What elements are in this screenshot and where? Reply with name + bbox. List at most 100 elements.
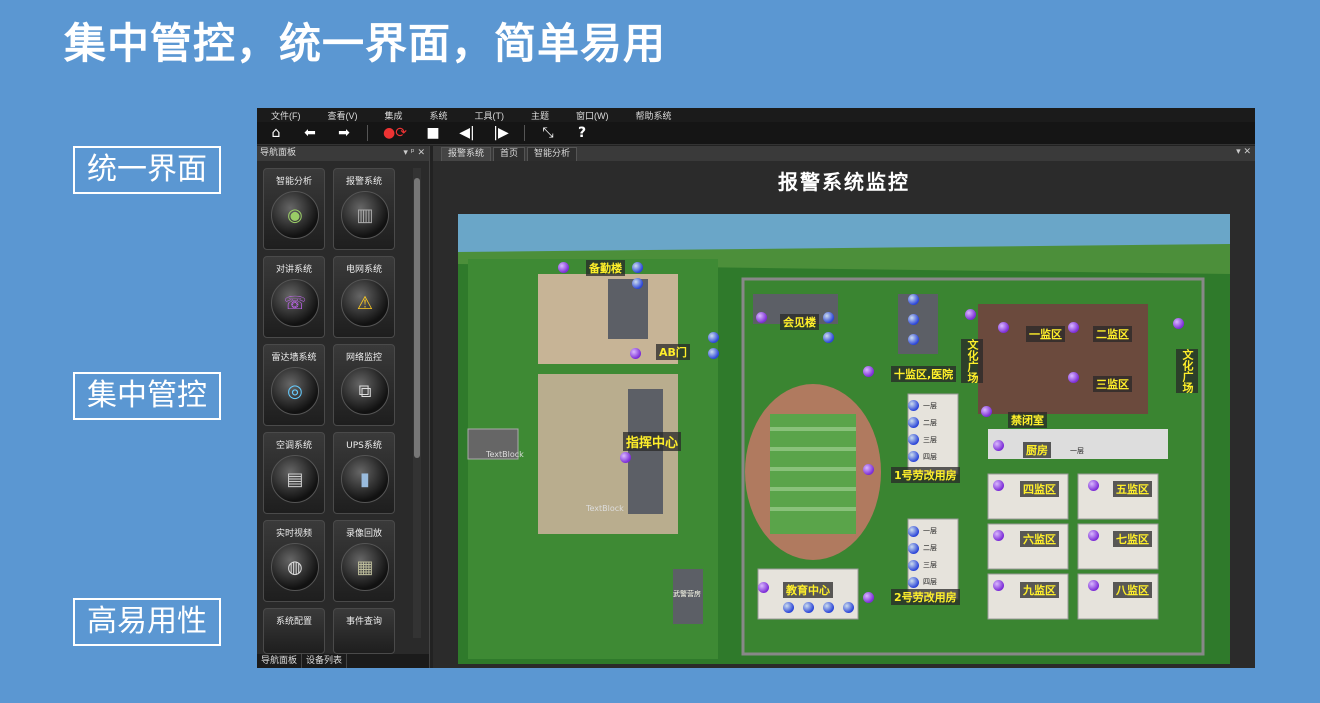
- map-label-backup-building[interactable]: 备勤楼: [586, 260, 625, 276]
- campus-map[interactable]: TextBlock TextBlock 武警营房 备勤楼 AB门 会见楼 十监区…: [458, 214, 1230, 664]
- alarm-point[interactable]: [843, 602, 854, 613]
- map-label-zone8[interactable]: 八监区: [1113, 582, 1152, 598]
- alarm-refresh-icon[interactable]: ●⟳: [380, 123, 410, 143]
- alarm-point[interactable]: [1173, 318, 1184, 329]
- map-label-zone5[interactable]: 五监区: [1113, 481, 1152, 497]
- alarm-point[interactable]: [908, 560, 919, 571]
- alarm-point[interactable]: [908, 434, 919, 445]
- menu-help[interactable]: 帮助系统: [636, 109, 672, 122]
- stop-icon[interactable]: ■: [422, 123, 444, 143]
- alarm-point[interactable]: [908, 334, 919, 345]
- alarm-point[interactable]: [998, 322, 1009, 333]
- map-label-kitchen[interactable]: 厨房: [1023, 442, 1051, 458]
- help-icon[interactable]: ?: [571, 123, 593, 143]
- alarm-point[interactable]: [863, 592, 874, 603]
- alarm-point[interactable]: [756, 312, 767, 323]
- nav-btn-live-video[interactable]: 实时视频 ◍: [263, 520, 325, 602]
- map-label-labor-building-2[interactable]: 2号劳改用房: [891, 589, 960, 605]
- alarm-point[interactable]: [783, 602, 794, 613]
- alarm-point[interactable]: [823, 602, 834, 613]
- alarm-point[interactable]: [1068, 322, 1079, 333]
- alarm-point[interactable]: [993, 440, 1004, 451]
- menu-window[interactable]: 窗口(W): [576, 109, 609, 122]
- menu-theme[interactable]: 主题: [531, 109, 549, 122]
- alarm-point[interactable]: [558, 262, 569, 273]
- map-label-command-center[interactable]: 指挥中心: [623, 432, 682, 451]
- alarm-point[interactable]: [908, 526, 919, 537]
- menu-view[interactable]: 查看(V): [328, 109, 358, 122]
- alarm-point[interactable]: [993, 480, 1004, 491]
- alarm-point[interactable]: [620, 452, 631, 463]
- map-label-zone7[interactable]: 七监区: [1113, 531, 1152, 547]
- alarm-point[interactable]: [1088, 580, 1099, 591]
- map-label-zone4[interactable]: 四监区: [1020, 481, 1059, 497]
- forward-icon[interactable]: ➡: [333, 123, 355, 143]
- nav-panel-controls[interactable]: ▾ ᵖ ✕: [403, 146, 425, 161]
- tab-nav-panel[interactable]: 导航面板: [257, 654, 303, 668]
- nav-btn-power-grid[interactable]: 电网系统 ⚠: [333, 256, 395, 338]
- nav-btn-system-config[interactable]: 系统配置: [263, 608, 325, 654]
- map-label-zone9[interactable]: 九监区: [1020, 582, 1059, 598]
- menu-system[interactable]: 系统: [430, 109, 448, 122]
- alarm-point[interactable]: [863, 366, 874, 377]
- map-label-zone2[interactable]: 二监区: [1093, 326, 1132, 342]
- nav-btn-event-query[interactable]: 事件查询: [333, 608, 395, 654]
- map-label-culture-square-right[interactable]: 文化广场: [1176, 349, 1198, 393]
- fullscreen-icon[interactable]: ⤡: [537, 123, 559, 143]
- map-label-ab-gate[interactable]: AB门: [656, 344, 690, 360]
- tab-device-list[interactable]: 设备列表: [302, 654, 348, 668]
- alarm-point[interactable]: [632, 278, 643, 289]
- alarm-point[interactable]: [965, 309, 976, 320]
- tab-home[interactable]: 首页: [493, 147, 526, 161]
- alarm-point[interactable]: [1088, 530, 1099, 541]
- map-label-zone10-hospital[interactable]: 十监区,医院: [891, 366, 957, 382]
- content-tab-controls[interactable]: ▾ ✕: [1236, 147, 1251, 157]
- map-label-labor-building-1[interactable]: 1号劳改用房: [891, 467, 960, 483]
- alarm-point[interactable]: [908, 400, 919, 411]
- alarm-point[interactable]: [1068, 372, 1079, 383]
- nav-btn-intercom[interactable]: 对讲系统 ☏: [263, 256, 325, 338]
- alarm-point[interactable]: [1088, 480, 1099, 491]
- nav-scrollbar-thumb[interactable]: [414, 178, 420, 458]
- alarm-point[interactable]: [758, 582, 769, 593]
- alarm-point[interactable]: [908, 451, 919, 462]
- alarm-point[interactable]: [908, 417, 919, 428]
- alarm-point[interactable]: [908, 543, 919, 554]
- step-forward-icon[interactable]: |▶: [490, 123, 512, 143]
- map-label-education-center[interactable]: 教育中心: [783, 582, 833, 598]
- step-back-icon[interactable]: ◀|: [456, 123, 478, 143]
- nav-btn-air-conditioning[interactable]: 空调系统 ▤: [263, 432, 325, 514]
- alarm-point[interactable]: [823, 312, 834, 323]
- map-label-visiting-building[interactable]: 会见楼: [780, 314, 819, 330]
- alarm-point[interactable]: [993, 580, 1004, 591]
- nav-btn-video-playback[interactable]: 录像回放 ▦: [333, 520, 395, 602]
- alarm-point[interactable]: [863, 464, 874, 475]
- tab-alarm-system[interactable]: 报警系统: [441, 147, 492, 161]
- alarm-point[interactable]: [908, 577, 919, 588]
- map-label-zone1[interactable]: 一监区: [1026, 326, 1065, 342]
- alarm-point[interactable]: [993, 530, 1004, 541]
- alarm-point[interactable]: [632, 262, 643, 273]
- nav-btn-radar-wall[interactable]: 雷达墙系统 ◎: [263, 344, 325, 426]
- alarm-point[interactable]: [708, 348, 719, 359]
- menu-file[interactable]: 文件(F): [271, 109, 301, 122]
- map-label-zone3[interactable]: 三监区: [1093, 376, 1132, 392]
- alarm-point[interactable]: [803, 602, 814, 613]
- tab-smart-analysis[interactable]: 智能分析: [527, 147, 578, 161]
- map-label-culture-square-left[interactable]: 文化广场: [961, 339, 983, 383]
- nav-btn-network-monitor[interactable]: 网络监控 ⧉: [333, 344, 395, 426]
- home-icon[interactable]: ⌂: [265, 123, 287, 143]
- nav-scrollbar[interactable]: [413, 168, 421, 638]
- menu-integration[interactable]: 集成: [385, 109, 403, 122]
- nav-btn-smart-analysis[interactable]: 智能分析 ◉: [263, 168, 325, 250]
- map-label-confinement[interactable]: 禁闭室: [1008, 412, 1047, 428]
- nav-btn-ups[interactable]: UPS系统 ▮: [333, 432, 395, 514]
- back-icon[interactable]: ⬅: [299, 123, 321, 143]
- alarm-point[interactable]: [908, 294, 919, 305]
- map-label-zone6[interactable]: 六监区: [1020, 531, 1059, 547]
- alarm-point[interactable]: [908, 314, 919, 325]
- alarm-point[interactable]: [708, 332, 719, 343]
- alarm-point[interactable]: [823, 332, 834, 343]
- alarm-point[interactable]: [981, 406, 992, 417]
- alarm-point[interactable]: [630, 348, 641, 359]
